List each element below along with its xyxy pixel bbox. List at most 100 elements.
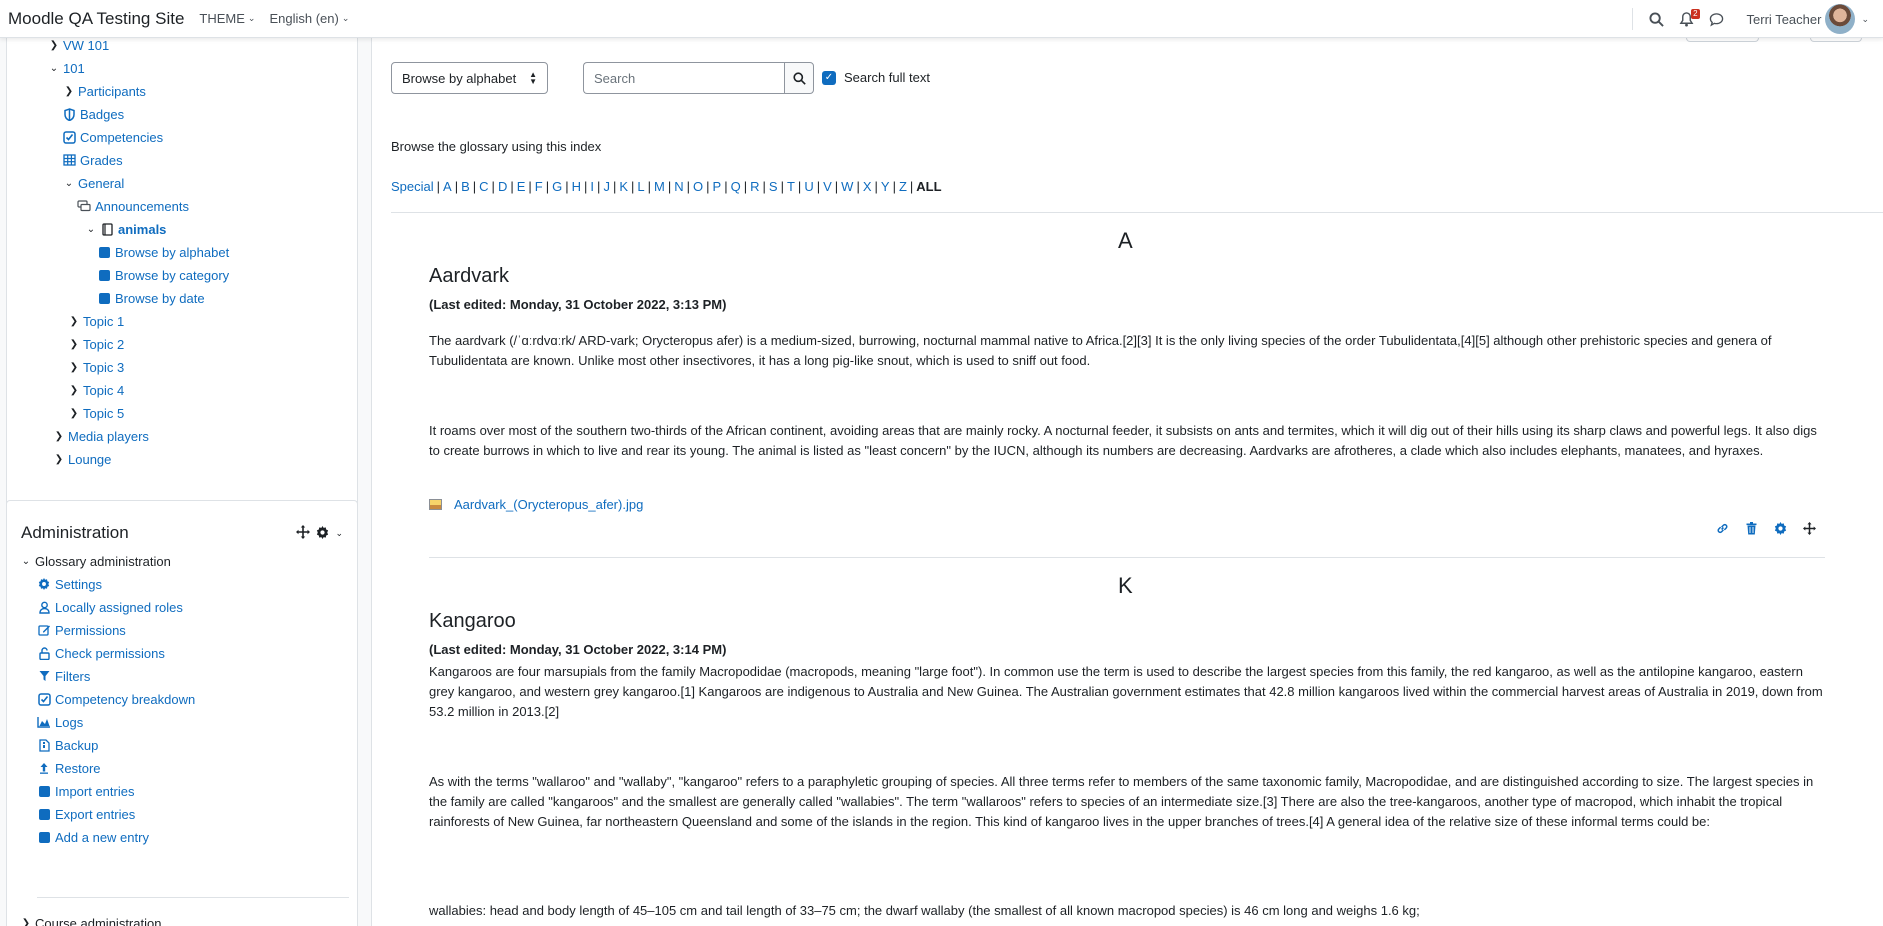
admin-item-label[interactable]: Settings xyxy=(55,577,102,592)
alpha-link[interactable]: M xyxy=(654,179,665,194)
header-button-edge[interactable] xyxy=(1686,38,1759,42)
tree-item-label[interactable]: 101 xyxy=(63,61,85,76)
alpha-link[interactable]: H xyxy=(572,179,581,194)
user-menu-chevron-down-icon[interactable]: ⌄ xyxy=(1861,14,1869,25)
alpha-link[interactable]: U xyxy=(804,179,813,194)
tree-item-label[interactable]: Topic 2 xyxy=(83,337,124,352)
admin-item-label[interactable]: Export entries xyxy=(55,807,135,822)
theme-menu[interactable]: THEME ⌄ xyxy=(199,11,255,26)
tree-item-label[interactable]: Competencies xyxy=(80,130,163,145)
chevron-right-icon[interactable]: ❯ xyxy=(52,431,66,442)
tree-item-vw101[interactable]: ❯ VW 101 xyxy=(47,38,109,55)
alpha-link[interactable]: O xyxy=(693,179,703,194)
alpha-link[interactable]: F xyxy=(535,179,543,194)
alpha-link[interactable]: K xyxy=(619,179,628,194)
chevron-right-icon[interactable]: ❯ xyxy=(67,339,81,350)
admin-item-add-new-entry[interactable]: Add a new entry xyxy=(37,827,149,847)
move-icon[interactable] xyxy=(1800,519,1818,537)
admin-item-label[interactable]: Restore xyxy=(55,761,101,776)
admin-item-check-permissions[interactable]: Check permissions xyxy=(37,643,165,663)
alpha-link[interactable]: V xyxy=(823,179,832,194)
chevron-down-icon[interactable]: ⌄ xyxy=(19,556,33,567)
alpha-link[interactable]: P xyxy=(713,179,722,194)
alpha-link[interactable]: T xyxy=(787,179,795,194)
alpha-link[interactable]: G xyxy=(552,179,562,194)
tree-item-topic-3[interactable]: ❯ Topic 3 xyxy=(67,357,124,377)
chevron-right-icon[interactable]: ❯ xyxy=(62,86,76,97)
alpha-link[interactable]: W xyxy=(841,179,853,194)
tree-item-browse-category[interactable]: Browse by category xyxy=(97,265,229,285)
messages-icon[interactable] xyxy=(1707,9,1727,29)
search-full-text-checkbox[interactable]: ✓ xyxy=(822,70,836,85)
tree-item-label[interactable]: animals xyxy=(118,222,166,237)
course-administration-label[interactable]: Course administration xyxy=(35,916,161,926)
chevron-right-icon[interactable]: ❯ xyxy=(67,385,81,396)
tree-item-media-players[interactable]: ❯ Media players xyxy=(52,426,149,446)
tree-item-grades[interactable]: Grades xyxy=(62,150,123,170)
tree-item-label[interactable]: Browse by alphabet xyxy=(115,245,229,260)
admin-item-competency-breakdown[interactable]: Competency breakdown xyxy=(37,689,195,709)
tree-item-topic-1[interactable]: ❯ Topic 1 xyxy=(67,311,124,331)
avatar[interactable] xyxy=(1825,4,1856,34)
alpha-link[interactable]: X xyxy=(863,179,872,194)
alpha-link[interactable]: L xyxy=(637,179,644,194)
chevron-down-icon[interactable]: ⌄ xyxy=(84,224,98,235)
search-full-text-option[interactable]: ✓ Search full text xyxy=(822,70,930,85)
chevron-right-icon[interactable]: ❯ xyxy=(67,362,81,373)
tree-item-label[interactable]: VW 101 xyxy=(63,38,109,53)
tree-item-label[interactable]: Topic 5 xyxy=(83,406,124,421)
tree-item-general[interactable]: ⌄ General xyxy=(62,173,124,193)
glossary-administration[interactable]: ⌄ Glossary administration xyxy=(19,551,171,571)
tree-item-label[interactable]: Media players xyxy=(68,429,149,444)
alpha-link[interactable]: S xyxy=(769,179,778,194)
entry-attachment[interactable]: Aardvark_(Orycteropus_afer).jpg xyxy=(429,497,643,512)
tree-item-label[interactable]: Announcements xyxy=(95,199,189,214)
tree-item-label[interactable]: Participants xyxy=(78,84,146,99)
tree-item-label[interactable]: Topic 4 xyxy=(83,383,124,398)
admin-item-backup[interactable]: Backup xyxy=(37,735,98,755)
admin-item-filters[interactable]: Filters xyxy=(37,666,90,686)
tree-item-label[interactable]: Lounge xyxy=(68,452,111,467)
alpha-link[interactable]: Y xyxy=(881,179,890,194)
gear-icon[interactable] xyxy=(1771,519,1789,537)
admin-item-label[interactable]: Import entries xyxy=(55,784,134,799)
tree-item-badges[interactable]: Badges xyxy=(62,104,124,124)
site-name[interactable]: Moodle QA Testing Site xyxy=(8,9,184,29)
tree-item-label[interactable]: Badges xyxy=(80,107,124,122)
tree-item-topic-5[interactable]: ❯ Topic 5 xyxy=(67,403,124,423)
chevron-down-icon[interactable]: ⌄ xyxy=(62,178,76,189)
alpha-link[interactable]: Q xyxy=(731,179,741,194)
search-icon[interactable] xyxy=(1647,9,1667,29)
alpha-link[interactable]: J xyxy=(603,179,610,194)
tree-item-announcements[interactable]: Announcements xyxy=(77,196,189,216)
tree-item-label[interactable]: Topic 3 xyxy=(83,360,124,375)
chevron-right-icon[interactable]: ❯ xyxy=(67,316,81,327)
alpha-link[interactable]: B xyxy=(461,179,470,194)
tree-item-animals[interactable]: ⌄ animals xyxy=(84,219,167,239)
search-input[interactable] xyxy=(583,62,784,94)
tree-item-topic-2[interactable]: ❯ Topic 2 xyxy=(67,334,124,354)
trash-icon[interactable] xyxy=(1742,519,1760,537)
alpha-link[interactable]: Special xyxy=(391,179,434,194)
tree-item-competencies[interactable]: Competencies xyxy=(62,127,163,147)
browse-mode-select[interactable]: Browse by alphabet ▲ ▼ xyxy=(391,62,548,94)
search-button[interactable] xyxy=(784,62,814,94)
alpha-link[interactable]: E xyxy=(517,179,526,194)
chevron-down-icon[interactable]: ⌄ xyxy=(47,63,61,74)
tree-item-label[interactable]: Grades xyxy=(80,153,123,168)
admin-item-label[interactable]: Filters xyxy=(55,669,90,684)
alpha-link[interactable]: R xyxy=(750,179,759,194)
alpha-link[interactable]: N xyxy=(674,179,683,194)
chevron-right-icon[interactable]: ❯ xyxy=(19,918,33,926)
alpha-link[interactable]: Z xyxy=(899,179,907,194)
tree-item-label[interactable]: General xyxy=(78,176,124,191)
admin-item-locally-assigned-roles[interactable]: Locally assigned roles xyxy=(37,597,183,617)
header-button-edge[interactable] xyxy=(1810,38,1862,42)
admin-item-label[interactable]: Logs xyxy=(55,715,83,730)
tree-item-label[interactable]: Browse by category xyxy=(115,268,229,283)
gear-icon[interactable] xyxy=(316,525,329,542)
admin-item-permissions[interactable]: Permissions xyxy=(37,620,126,640)
admin-item-label[interactable]: Add a new entry xyxy=(55,830,149,845)
admin-item-label[interactable]: Competency breakdown xyxy=(55,692,195,707)
course-administration[interactable]: ❯ Course administration xyxy=(19,913,162,926)
